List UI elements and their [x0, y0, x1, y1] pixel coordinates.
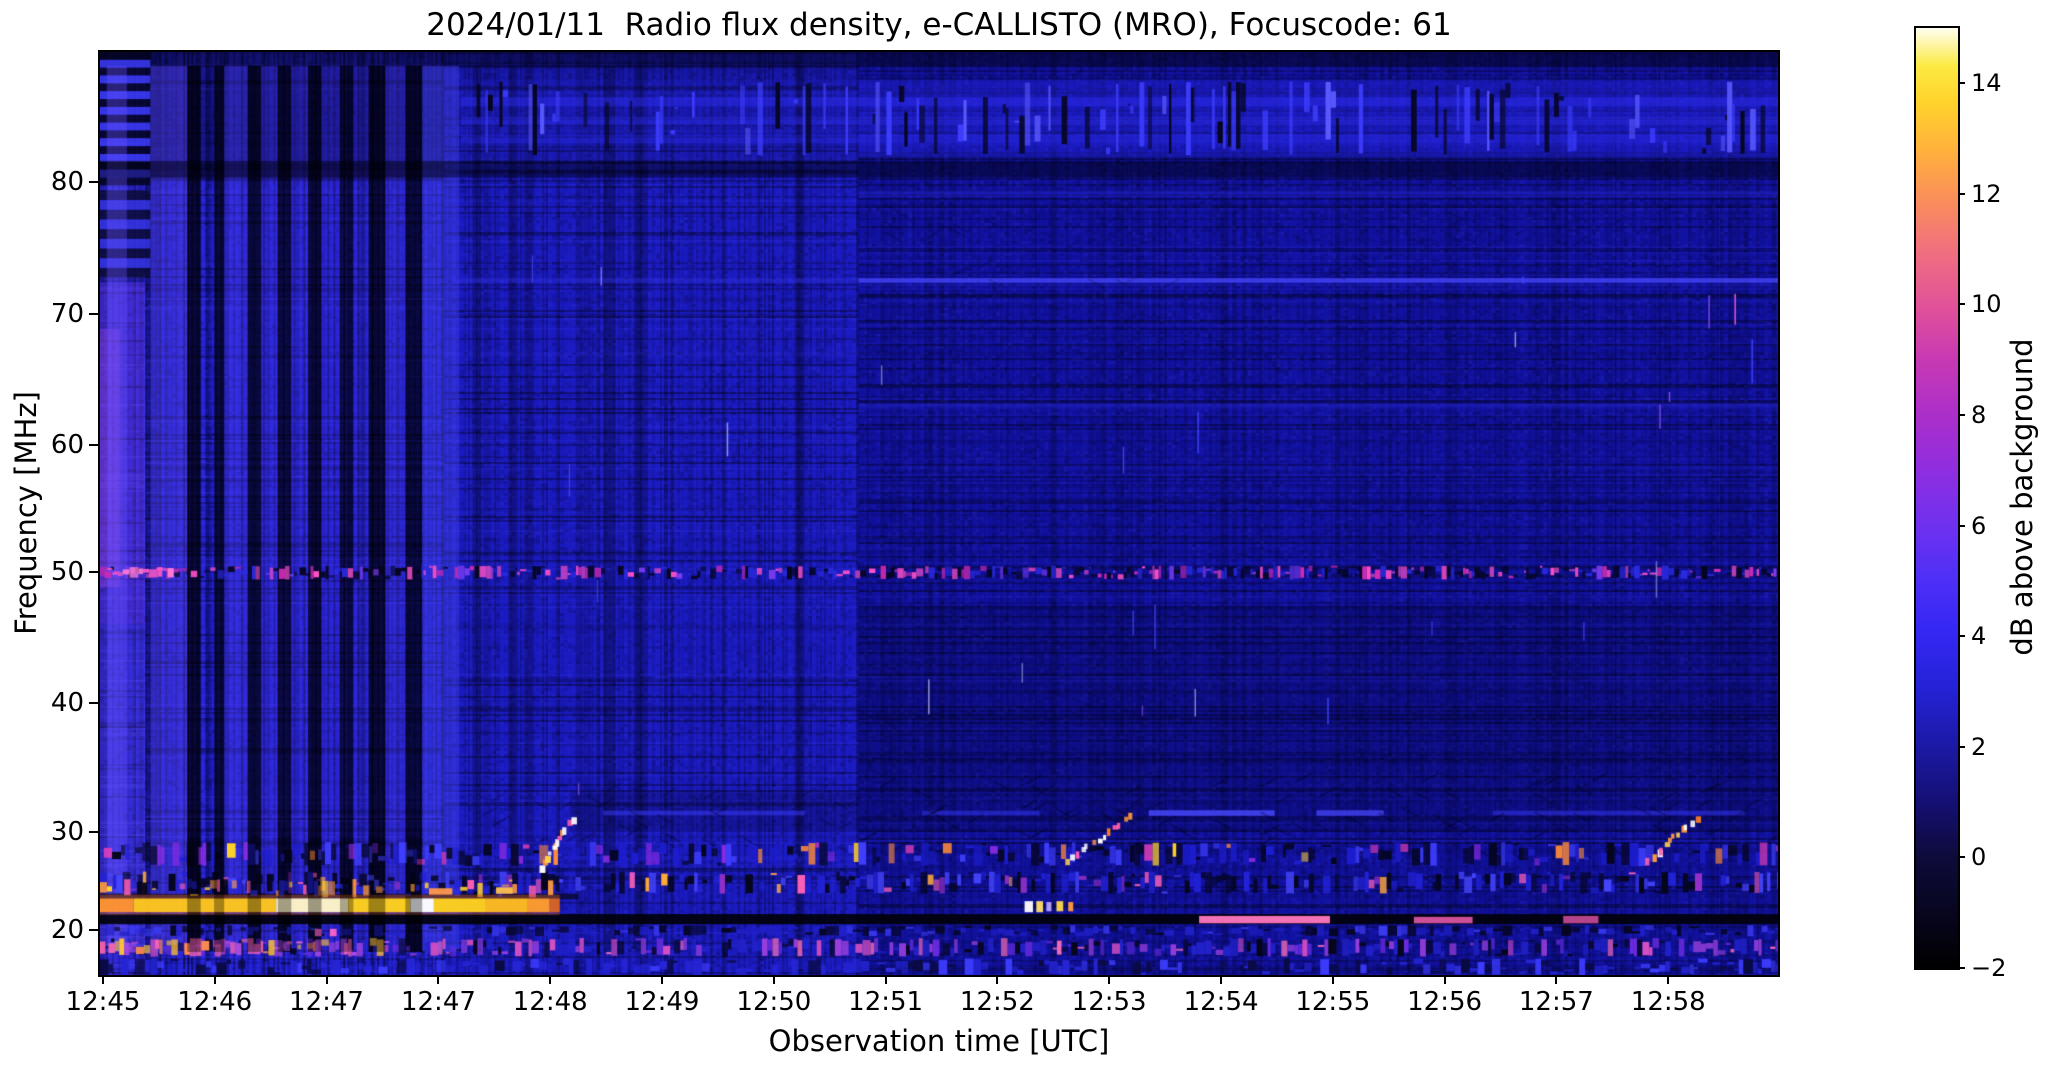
x-tick-mark [772, 975, 775, 984]
plot-area [98, 50, 1780, 977]
spectrogram-canvas [100, 52, 1778, 975]
x-axis-label: Observation time [UTC] [768, 1024, 1110, 1058]
x-tick-label: 12:53 [1071, 987, 1147, 1017]
colorbar-tick-mark [1958, 635, 1965, 638]
x-tick-mark [325, 975, 328, 984]
x-tick-label: 12:46 [177, 987, 253, 1017]
x-tick-mark [549, 975, 552, 984]
x-tick-label: 12:47 [289, 987, 364, 1017]
x-tick-label: 12:48 [512, 987, 588, 1017]
colorbar-tick-mark [1958, 856, 1965, 859]
x-tick-label: 12:49 [624, 987, 700, 1017]
y-axis-label: Frequency [MHz] [9, 391, 43, 635]
y-tick-label: 40 [50, 687, 84, 718]
x-tick-mark [1443, 975, 1446, 984]
colorbar-tick-mark [1958, 967, 1965, 969]
x-tick-mark [1331, 975, 1334, 984]
colorbar-tick-label: 10 [1971, 290, 2002, 319]
colorbar-tick-label: 2 [1971, 732, 1987, 761]
y-tick-mark [89, 444, 98, 447]
x-tick-mark [213, 975, 216, 984]
y-tick-mark [89, 928, 98, 931]
colorbar-tick-mark [1958, 303, 1965, 306]
y-tick-mark [89, 313, 98, 316]
x-tick-mark [1220, 975, 1223, 984]
colorbar-tick-mark [1958, 414, 1965, 417]
x-tick-mark [996, 975, 999, 984]
colorbar-tick-label: −2 [1971, 954, 2007, 982]
colorbar-gradient [1916, 28, 1958, 968]
x-tick-mark [1555, 975, 1558, 984]
colorbar-tick-mark [1958, 524, 1965, 527]
x-tick-label: 12:51 [848, 987, 924, 1017]
x-tick-label: 12:55 [1295, 987, 1371, 1017]
colorbar-label: dB above background [2005, 338, 2039, 656]
x-tick-label: 12:57 [1518, 987, 1594, 1017]
y-tick-mark [89, 570, 98, 573]
x-tick-label: 12:47 [400, 987, 476, 1017]
x-tick-mark [1108, 975, 1111, 984]
x-tick-mark [102, 975, 105, 984]
colorbar [1914, 26, 1960, 970]
x-tick-mark [1667, 975, 1670, 984]
x-tick-mark [884, 975, 887, 984]
y-tick-mark [89, 701, 98, 704]
y-tick-label: 30 [50, 816, 84, 847]
x-tick-label: 12:50 [736, 987, 812, 1017]
figure-root: { "title": "2024/01/11 Radio flux densit… [0, 0, 2047, 1067]
colorbar-tick-label: 0 [1971, 843, 1987, 872]
x-tick-mark [660, 975, 663, 984]
y-tick-label: 70 [50, 299, 84, 330]
x-tick-label: 12:52 [959, 987, 1035, 1017]
x-tick-label: 12:54 [1183, 987, 1259, 1017]
x-tick-mark [437, 975, 440, 984]
colorbar-tick-mark [1958, 192, 1965, 195]
y-tick-mark [89, 830, 98, 833]
y-tick-mark [89, 181, 98, 184]
colorbar-tick-mark [1958, 745, 1965, 748]
colorbar-tick-mark [1958, 82, 1965, 85]
y-tick-label: 80 [50, 167, 84, 198]
x-tick-label: 12:58 [1630, 987, 1706, 1017]
chart-title: 2024/01/11 Radio flux density, e-CALLIST… [426, 7, 1452, 43]
x-tick-label: 12:45 [65, 987, 141, 1017]
colorbar-tick-label: 14 [1971, 69, 2002, 98]
y-tick-label: 20 [50, 914, 84, 945]
colorbar-tick-label: 12 [1971, 179, 2002, 208]
x-tick-label: 12:56 [1407, 987, 1483, 1017]
